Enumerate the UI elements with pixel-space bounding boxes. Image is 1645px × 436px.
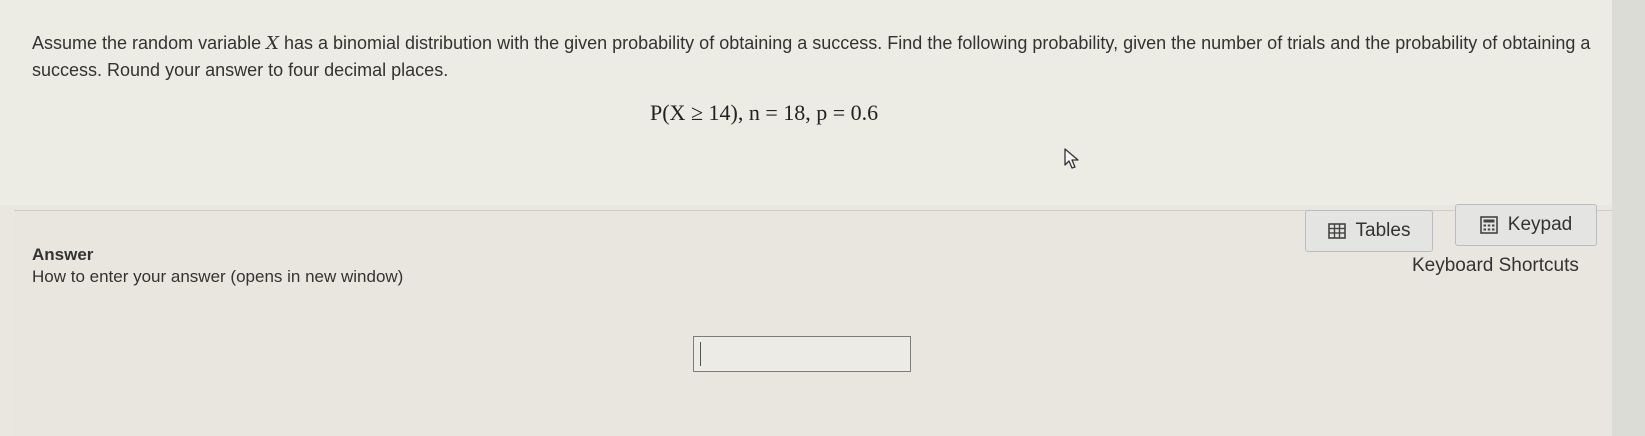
tables-button[interactable]: Tables bbox=[1305, 210, 1433, 252]
keypad-label: Keypad bbox=[1507, 214, 1573, 235]
prompt-text-start: Assume the random variable bbox=[32, 33, 267, 53]
question-prompt: Assume the random variable X has a binom… bbox=[32, 30, 1592, 83]
keyboard-shortcuts-link[interactable]: Keyboard Shortcuts bbox=[1412, 255, 1579, 277]
answer-heading: Answer bbox=[32, 245, 94, 264]
how-to-enter-answer-link[interactable]: How to enter your answer (opens in new w… bbox=[32, 267, 403, 287]
text-caret bbox=[700, 342, 701, 366]
calculator-icon bbox=[1479, 216, 1498, 234]
tables-label: Tables bbox=[1355, 220, 1411, 241]
probability-expression: P(X ≥ 14), n = 18, p = 0.6 bbox=[650, 100, 879, 125]
window-edge bbox=[1612, 0, 1645, 436]
keypad-button[interactable]: Keypad bbox=[1455, 204, 1597, 246]
answer-input[interactable] bbox=[693, 336, 911, 372]
table-grid-icon bbox=[1327, 223, 1346, 239]
mouse-pointer-icon bbox=[1064, 148, 1079, 169]
question-panel: Assume the random variable X has a binom… bbox=[0, 0, 1613, 205]
random-variable: X bbox=[266, 33, 279, 54]
